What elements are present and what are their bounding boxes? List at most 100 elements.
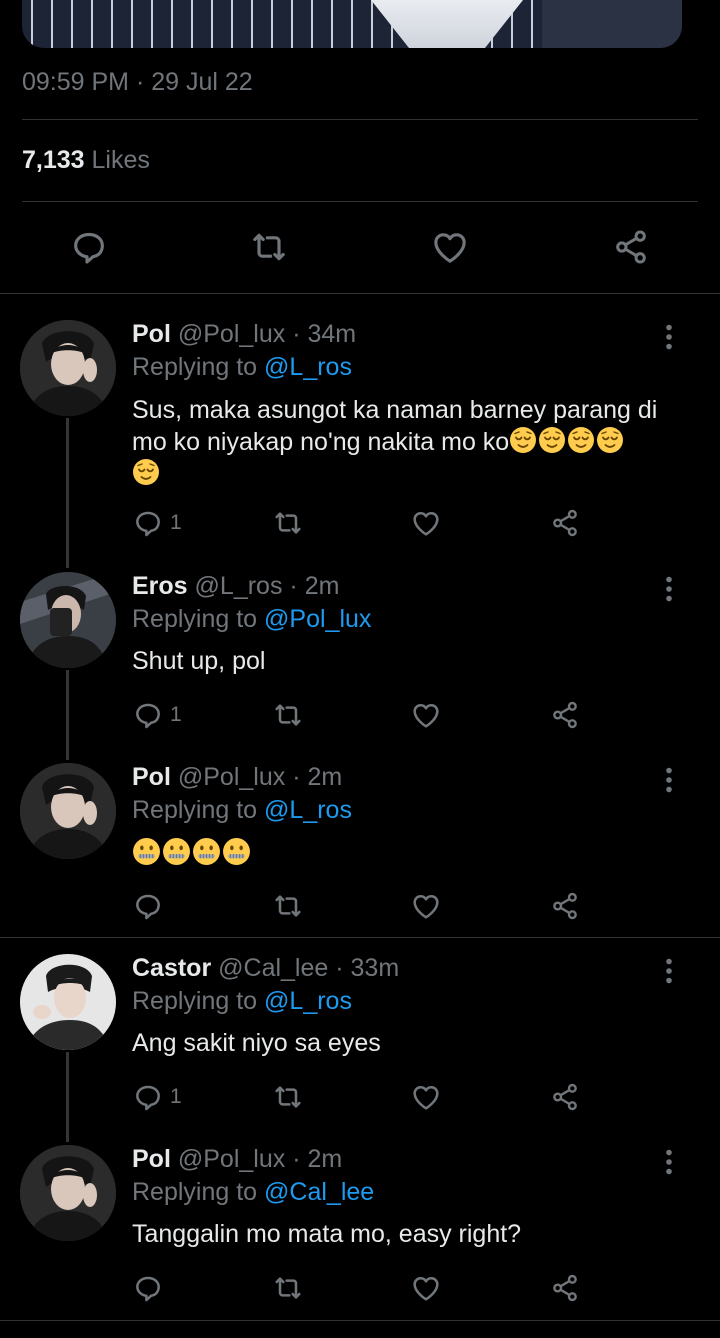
retweet-icon [275, 895, 301, 917]
replying-label: Replying to [132, 353, 258, 381]
reply-tweet[interactable]: Castor @Cal_lee · 33m Replying to @L_ros… [0, 952, 720, 1132]
separator: · [292, 1145, 301, 1173]
divider [0, 937, 720, 938]
handle[interactable]: @L_ros [195, 572, 283, 600]
divider [22, 201, 698, 202]
more-button[interactable] [658, 765, 680, 795]
heart-icon [413, 895, 439, 919]
likes-stat[interactable]: 7,133 Likes [22, 146, 150, 175]
retweet-button[interactable] [272, 1271, 304, 1305]
relieved-face-emoji [133, 459, 159, 485]
retweet-icon [253, 233, 285, 261]
retweet-button[interactable] [272, 889, 304, 923]
display-name[interactable]: Pol [132, 320, 171, 348]
display-name[interactable]: Castor [132, 954, 211, 982]
display-name[interactable]: Pol [132, 763, 171, 791]
like-button[interactable] [410, 1080, 442, 1114]
avatar[interactable] [20, 763, 116, 859]
reply-header: Castor @Cal_lee · 33m [132, 954, 399, 983]
reply-button[interactable] [132, 1271, 170, 1305]
reply-tweet[interactable]: Pol @Pol_lux · 2m Replying to @L_ros [0, 761, 720, 931]
mention-link[interactable]: @L_ros [264, 353, 352, 381]
relieved-face-emoji [510, 427, 537, 453]
share-button[interactable] [549, 506, 581, 540]
reply-text: Tanggalin mo mata mo, easy right? [132, 1220, 522, 1248]
relative-time: 34m [307, 320, 357, 348]
reply-header: Pol @Pol_lux · 2m [132, 763, 342, 792]
avatar[interactable] [20, 954, 116, 1050]
tweet-media-image[interactable] [22, 0, 682, 48]
share-button[interactable] [549, 889, 581, 923]
replying-label: Replying to [132, 1178, 258, 1206]
heart-icon [434, 233, 466, 263]
reply-count: 1 [170, 703, 182, 726]
reply-button[interactable] [132, 889, 170, 923]
comment-icon [136, 511, 160, 537]
like-button[interactable] [427, 224, 473, 270]
share-icon [553, 1083, 577, 1111]
reply-tweet[interactable]: Pol @Pol_lux · 2m Replying to @Cal_lee T… [0, 1143, 720, 1323]
avatar[interactable] [20, 572, 116, 668]
replying-to: Replying to @Pol_lux [132, 605, 371, 634]
mention-link[interactable]: @Cal_lee [264, 1178, 374, 1206]
reply-actions: 1 [0, 698, 720, 732]
divider [22, 119, 698, 120]
replying-label: Replying to [132, 605, 258, 633]
like-button[interactable] [410, 1271, 442, 1305]
divider [0, 293, 720, 294]
like-button[interactable] [410, 889, 442, 923]
retweet-button[interactable] [246, 224, 292, 270]
reply-count: 1 [170, 1085, 182, 1108]
reply-button[interactable]: 1 [132, 506, 182, 540]
heart-icon [413, 512, 439, 536]
retweet-button[interactable] [272, 1080, 304, 1114]
handle[interactable]: @Pol_lux [178, 763, 285, 791]
reply-actions [0, 1271, 720, 1305]
share-button[interactable] [549, 698, 581, 732]
retweet-button[interactable] [272, 506, 304, 540]
like-button[interactable] [410, 698, 442, 732]
more-button[interactable] [658, 574, 680, 604]
handle[interactable]: @Pol_lux [178, 1145, 285, 1173]
mention-link[interactable]: @L_ros [264, 796, 352, 824]
mention-link[interactable]: @L_ros [264, 987, 352, 1015]
reply-actions: 1 [0, 1080, 720, 1114]
more-button[interactable] [658, 956, 680, 986]
mention-link[interactable]: @Pol_lux [264, 605, 371, 633]
reply-header: Pol @Pol_lux · 2m [132, 1145, 342, 1174]
likes-label: Likes [91, 146, 150, 174]
handle[interactable]: @Pol_lux [178, 320, 285, 348]
display-name[interactable]: Eros [132, 572, 188, 600]
retweet-button[interactable] [272, 698, 304, 732]
display-name[interactable]: Pol [132, 1145, 171, 1173]
reply-tweet[interactable]: Pol @Pol_lux · 34m Replying to @L_ros Su… [0, 318, 720, 558]
handle[interactable]: @Cal_lee [218, 954, 328, 982]
separator: · [292, 763, 301, 791]
more-button[interactable] [658, 1147, 680, 1177]
comment-icon [136, 1085, 160, 1111]
heart-icon [413, 1086, 439, 1110]
retweet-icon [275, 1086, 301, 1108]
share-button[interactable] [549, 1080, 581, 1114]
more-button[interactable] [658, 322, 680, 352]
share-icon [553, 701, 577, 729]
avatar[interactable] [20, 320, 116, 416]
comment-icon [136, 894, 160, 920]
reply-text: Shut up, pol [132, 647, 266, 675]
reply-text: Sus, maka asungot ka naman barney parang… [132, 395, 692, 490]
share-button[interactable] [608, 224, 654, 270]
share-icon [553, 892, 577, 920]
reply-button[interactable]: 1 [132, 698, 182, 732]
avatar[interactable] [20, 1145, 116, 1241]
share-button[interactable] [549, 1271, 581, 1305]
reply-button[interactable]: 1 [132, 1080, 182, 1114]
share-icon [553, 1274, 577, 1302]
replying-to: Replying to @Cal_lee [132, 1178, 374, 1207]
reply-button[interactable] [66, 224, 112, 270]
like-button[interactable] [410, 506, 442, 540]
more-vertical-icon [666, 958, 672, 984]
relieved-face-emoji [597, 427, 624, 453]
reply-tweet[interactable]: Eros @L_ros · 2m Replying to @Pol_lux Sh… [0, 570, 720, 750]
relative-time: 2m [307, 763, 343, 791]
retweet-icon [275, 1277, 301, 1299]
